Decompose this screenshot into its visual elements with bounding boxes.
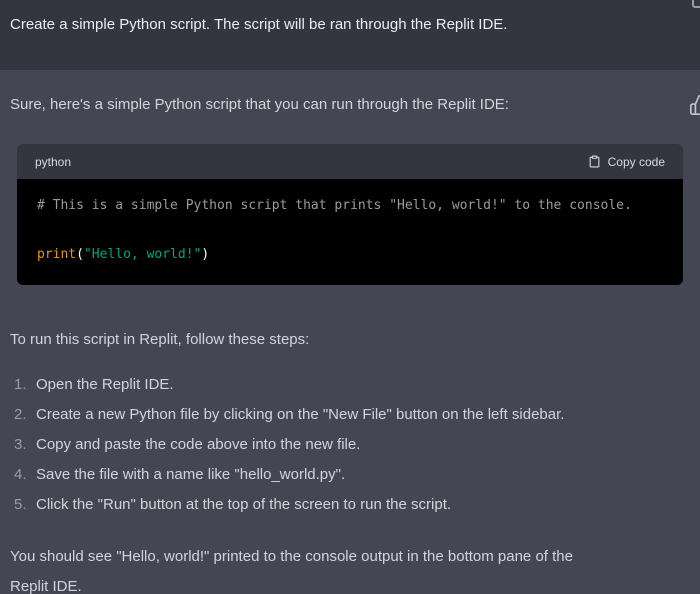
list-item: 2. Create a new Python file by clicking … — [10, 404, 690, 426]
thumbs-up-icon[interactable] — [689, 94, 700, 116]
code-block-header: python Copy code — [17, 144, 683, 179]
assistant-message-row: Sure, here's a simple Python script that… — [0, 70, 700, 594]
list-item: 3. Copy and paste the code above into th… — [10, 434, 690, 456]
code-block: python Copy code # This is a simple Pyth… — [17, 144, 683, 285]
code-token-string: "Hello, world!" — [83, 247, 202, 262]
code-token-print: print — [37, 247, 77, 262]
copy-code-label: Copy code — [607, 154, 665, 169]
list-item: 5. Click the "Run" button at the top of … — [10, 494, 690, 516]
code-content: # This is a simple Python script that pr… — [17, 179, 683, 285]
list-item-text: Create a new Python file by clicking on … — [36, 405, 565, 423]
steps-intro-text: To run this script in Replit, follow the… — [10, 330, 310, 348]
list-item-number: 5. — [14, 495, 27, 513]
list-item: 1. Open the Replit IDE. — [10, 374, 690, 396]
list-item-number: 3. — [14, 435, 27, 453]
clipboard-icon — [588, 154, 601, 169]
assistant-intro-text: Sure, here's a simple Python script that… — [10, 96, 509, 113]
list-item-number: 2. — [14, 405, 27, 423]
list-item-text: Open the Replit IDE. — [36, 375, 174, 393]
user-message-row: Create a simple Python script. The scrip… — [0, 0, 700, 70]
user-message-text: Create a simple Python script. The scrip… — [10, 16, 508, 33]
list-item-text: Click the "Run" button at the top of the… — [36, 495, 452, 513]
list-item-number: 1. — [14, 375, 27, 393]
code-token-close-paren: ) — [201, 247, 210, 262]
list-item-text: Copy and paste the code above into the n… — [36, 435, 361, 453]
outro-line-1: You should see "Hello, world!" printed t… — [10, 547, 573, 565]
python-code: # This is a simple Python script that pr… — [37, 194, 663, 268]
outro-text: You should see "Hello, world!" printed t… — [10, 542, 690, 594]
copy-code-button[interactable]: Copy code — [588, 154, 665, 169]
edit-icon[interactable] — [692, 0, 700, 8]
code-comment: # This is a simple Python script that pr… — [37, 198, 632, 213]
list-item-text: Save the file with a name like "hello_wo… — [36, 465, 346, 483]
list-item: 4. Save the file with a name like "hello… — [10, 464, 690, 486]
list-item-number: 4. — [14, 465, 27, 483]
outro-line-2: Replit IDE. — [10, 577, 82, 594]
code-token-open-paren: ( — [76, 247, 84, 262]
steps-list: 1. Open the Replit IDE. 2. Create a new … — [10, 374, 690, 516]
code-language-label: python — [35, 154, 72, 169]
